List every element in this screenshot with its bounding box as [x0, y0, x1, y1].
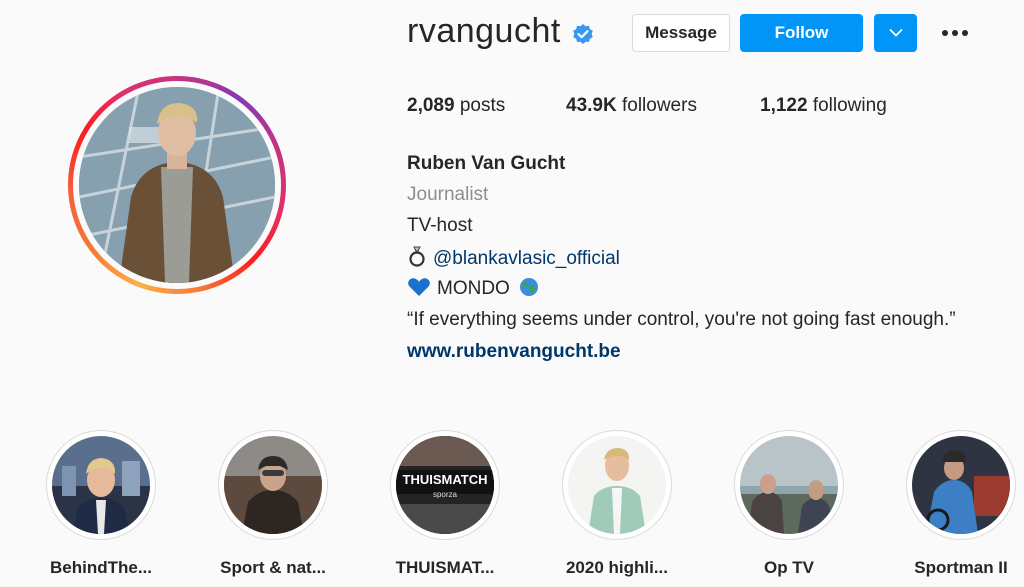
profile-category: Journalist: [407, 184, 489, 205]
bio-line-tv-host: TV-host: [407, 215, 473, 236]
following-count-value: 1,122: [760, 95, 808, 116]
blue-heart-icon: [408, 278, 430, 296]
highlight-cover: THUISMATCH sporza: [396, 436, 494, 534]
highlight-cover: [224, 436, 322, 534]
more-options-button[interactable]: [937, 22, 973, 44]
bio-mondo-text: MONDO: [437, 278, 510, 299]
following-count-label: following: [812, 95, 887, 116]
suggested-accounts-button[interactable]: [874, 14, 917, 52]
avatar-photo: [79, 87, 275, 283]
followers-count-value: 43.9K: [566, 95, 617, 116]
bio-quote: “If everything seems under control, you'…: [407, 309, 956, 330]
followers-count-label: followers: [621, 95, 697, 116]
profile-full-name: Ruben Van Gucht: [407, 153, 566, 174]
highlight-cover-title: THUISMATCH: [402, 472, 488, 487]
profile-page: rvangucht Message Follow 2,089 posts 43.…: [0, 0, 1024, 587]
follow-button[interactable]: Follow: [740, 14, 863, 52]
highlight-cover: [568, 436, 666, 534]
highlight-label: Op TV: [763, 558, 815, 577]
avatar: [79, 87, 275, 283]
verified-badge-icon: [573, 24, 593, 44]
highlight-label: Sportman II: [914, 558, 1008, 577]
highlight-cover: [52, 436, 150, 534]
more-horizontal-icon: [942, 30, 968, 36]
bio-line-mention: @blankavlasic_official: [407, 245, 620, 271]
bio-line-mondo: MONDO: [407, 277, 545, 301]
followers-link[interactable]: 43.9K followers: [566, 95, 697, 117]
highlight-label: Sport & nat...: [220, 558, 326, 577]
posts-count-label: posts: [459, 95, 506, 116]
profile-website-link[interactable]: www.rubenvangucht.be: [407, 340, 621, 364]
chevron-down-icon: [889, 29, 902, 37]
highlight-cover: [740, 436, 838, 534]
bio-mention-link[interactable]: @blankavlasic_official: [433, 248, 620, 269]
highlight-label: BehindThe...: [50, 558, 152, 577]
highlight-cover: [912, 436, 1010, 534]
globe-icon: [520, 278, 539, 296]
highlight-label: THUISMAT...: [395, 558, 495, 577]
highlight-cover-subtitle: sporza: [432, 490, 457, 499]
following-link[interactable]: 1,122 following: [760, 95, 887, 117]
profile-username: rvangucht: [407, 12, 561, 50]
profile-avatar-story-ring[interactable]: [68, 76, 286, 294]
ring-emoji-icon: [409, 246, 425, 267]
highlight-label: 2020 highli...: [565, 558, 669, 577]
message-button[interactable]: Message: [632, 14, 730, 52]
posts-count: 2,089 posts: [407, 95, 505, 117]
posts-count-value: 2,089: [407, 95, 455, 116]
